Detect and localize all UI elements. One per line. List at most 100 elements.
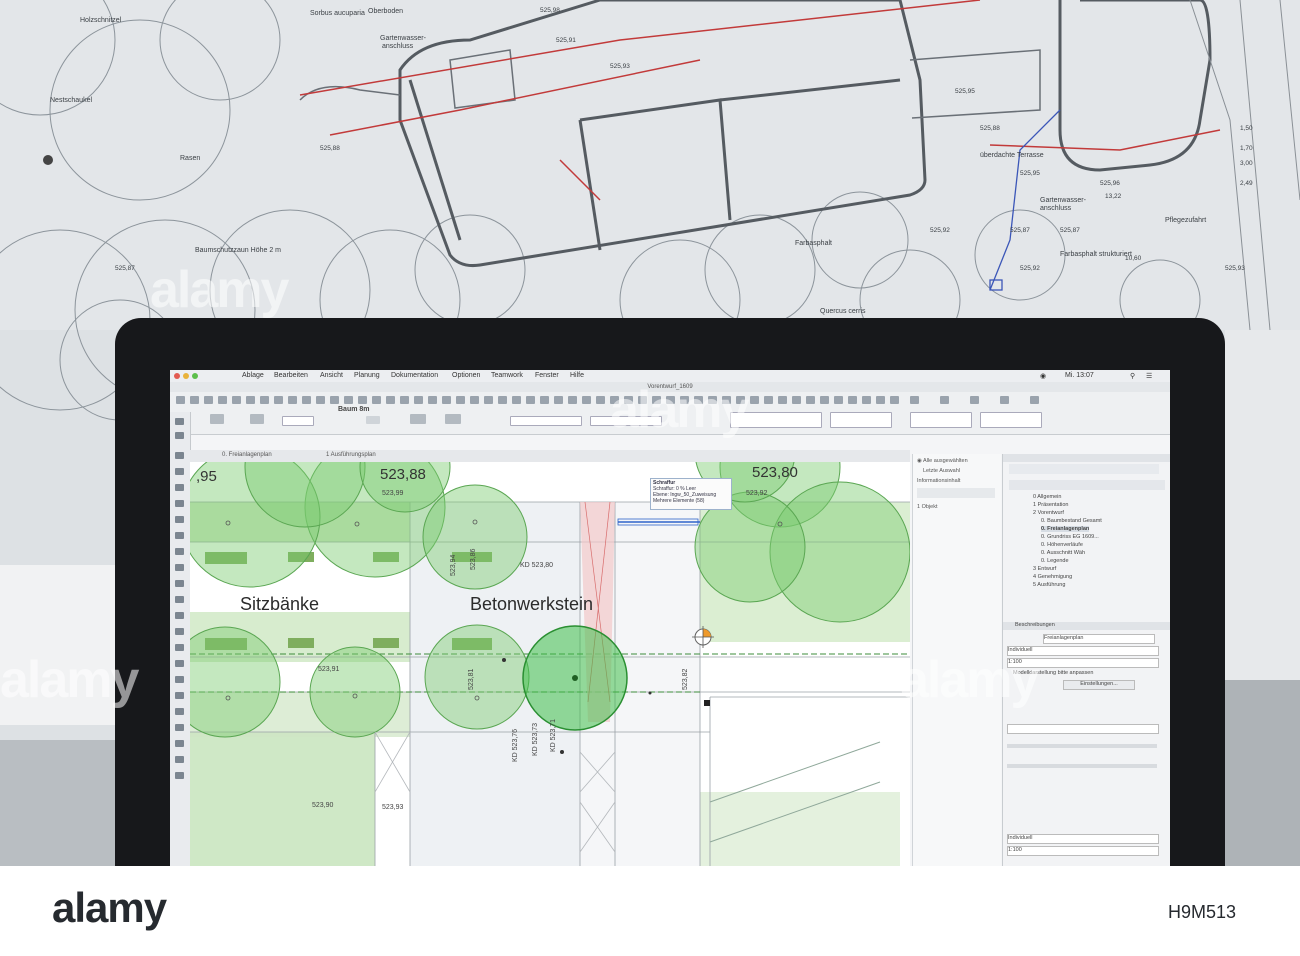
fill-tool-icon[interactable] (175, 708, 184, 715)
minimize-window-button[interactable] (183, 373, 189, 379)
save-icon[interactable] (218, 396, 227, 404)
tree-item[interactable]: 5 Ausführung (1033, 582, 1065, 588)
menu-hilfe[interactable]: Hilfe (570, 372, 584, 379)
menu-optionen[interactable]: Optionen (452, 372, 480, 379)
text-tool-icon[interactable] (175, 676, 184, 683)
tab-freianlagenplan[interactable]: 0. Freianlagenplan (222, 452, 272, 458)
tab-ausfuehrungsplan[interactable]: 1 Ausführungsplan (326, 452, 376, 458)
rotate-icon[interactable] (456, 396, 465, 404)
opacity-slider[interactable] (1007, 764, 1157, 768)
menu-dokumentation[interactable]: Dokumentation (391, 372, 438, 379)
settings-button[interactable]: Einstellungen... (1063, 680, 1135, 690)
radio-last-selection[interactable]: Letzte Auswahl (923, 468, 960, 474)
close-window-button[interactable] (174, 373, 180, 379)
tree-symbol-icon[interactable] (210, 414, 224, 424)
window-tool-icon[interactable] (175, 564, 184, 571)
layer-combination-field[interactable] (1007, 724, 1159, 734)
transparency-slider[interactable] (1007, 744, 1157, 748)
grid-icon[interactable] (386, 396, 395, 404)
tree-item[interactable]: 2 Vorentwurf (1033, 510, 1064, 516)
hatch-icon[interactable] (498, 396, 507, 404)
menu-ansicht[interactable]: Ansicht (320, 372, 343, 379)
menu-bearbeiten[interactable]: Bearbeiten (274, 372, 308, 379)
arc-icon[interactable] (862, 396, 871, 404)
mesh-icon[interactable] (596, 396, 605, 404)
render-icon[interactable] (1000, 396, 1009, 404)
view-name-field[interactable]: Freianlagenplan (1043, 634, 1155, 644)
door-tool-icon[interactable] (175, 548, 184, 555)
open-file-icon[interactable] (204, 396, 213, 404)
height-icon[interactable] (445, 414, 461, 424)
cut-icon[interactable] (260, 396, 269, 404)
curtain-wall-icon[interactable] (750, 396, 759, 404)
layers-icon[interactable] (358, 396, 367, 404)
roof-icon[interactable] (582, 396, 591, 404)
text-icon[interactable] (512, 396, 521, 404)
undo-icon[interactable] (232, 396, 241, 404)
zone-tool-icon[interactable] (175, 612, 184, 619)
paste-icon[interactable] (288, 396, 297, 404)
placement-icon[interactable] (250, 414, 264, 424)
pencil-icon[interactable] (316, 396, 325, 404)
pan-icon[interactable] (442, 396, 451, 404)
dimension-icon[interactable] (526, 396, 535, 404)
drawing-tool-icon[interactable] (175, 772, 184, 779)
beam-tool-icon[interactable] (175, 484, 184, 491)
polyline-tool-icon[interactable] (175, 756, 184, 763)
copy-icon[interactable] (274, 396, 283, 404)
info-icon[interactable] (1030, 396, 1039, 404)
zoom-out-icon[interactable] (428, 396, 437, 404)
shell-icon[interactable] (778, 396, 787, 404)
floor-plan-field[interactable] (510, 416, 582, 426)
search-icon[interactable]: ⚲ (1130, 372, 1135, 380)
line-icon[interactable] (848, 396, 857, 404)
menu-fenster[interactable]: Fenster (535, 372, 559, 379)
tree-item[interactable]: 3 Entwurf (1033, 566, 1056, 572)
navigator-toolbar[interactable] (1009, 480, 1165, 490)
mesh-tool-icon[interactable] (175, 628, 184, 635)
column-icon[interactable] (820, 396, 829, 404)
arrow-tool-icon[interactable] (176, 396, 185, 404)
zoom-window-button[interactable] (192, 373, 198, 379)
tree-item[interactable]: 1 Präsentation (1033, 502, 1068, 508)
book-icon[interactable] (330, 396, 339, 404)
scale-field-2[interactable]: 1:100 (1007, 846, 1159, 856)
material-field[interactable] (980, 412, 1042, 428)
tree-item-selected[interactable]: 0. Freianlagenplan (1041, 526, 1090, 532)
tree-item[interactable]: 0. Baumbestand Gesamt (1041, 518, 1102, 524)
menu-teamwork[interactable]: Teamwork (491, 372, 523, 379)
settings-icon[interactable] (910, 396, 919, 404)
stepper-left-icon[interactable] (366, 416, 380, 424)
label-icon[interactable] (540, 396, 549, 404)
fill-icon[interactable] (834, 396, 843, 404)
layer-field[interactable] (282, 416, 314, 426)
line-tool-icon[interactable] (175, 724, 184, 731)
new-file-icon[interactable] (190, 396, 199, 404)
hotspot-icon[interactable] (890, 396, 899, 404)
info-tools[interactable] (917, 488, 995, 498)
individual-field[interactable]: Individuell (1007, 834, 1159, 844)
beam-icon[interactable] (806, 396, 815, 404)
height-field[interactable] (830, 412, 892, 428)
navigator-tabs[interactable] (1009, 464, 1159, 474)
radio-all-selected[interactable]: ◉ Alle ausgewählten (917, 458, 968, 464)
star-icon[interactable] (344, 396, 353, 404)
pen-icon[interactable] (372, 396, 381, 404)
view-icon[interactable] (970, 396, 979, 404)
object-tool-icon[interactable] (175, 580, 184, 587)
tree-item[interactable]: 4 Genehmigung (1033, 574, 1072, 580)
tree-item[interactable]: 0 Allgemein (1033, 494, 1061, 500)
skylight-icon[interactable] (792, 396, 801, 404)
tree-item[interactable]: 0. Höhenverläufe (1041, 542, 1083, 548)
roof-tool-icon[interactable] (175, 516, 184, 523)
tree-item[interactable]: 0. Ausschnitt Wäh (1041, 550, 1085, 556)
wall-icon[interactable] (554, 396, 563, 404)
label-tool-icon[interactable] (175, 692, 184, 699)
slab-icon[interactable] (568, 396, 577, 404)
menu-planung[interactable]: Planung (354, 372, 380, 379)
help-icon[interactable] (940, 396, 949, 404)
ruler-icon[interactable] (400, 396, 409, 404)
spline-icon[interactable] (876, 396, 885, 404)
arrow-tool-icon[interactable] (175, 418, 184, 425)
marquee-tool-icon[interactable] (175, 432, 184, 439)
